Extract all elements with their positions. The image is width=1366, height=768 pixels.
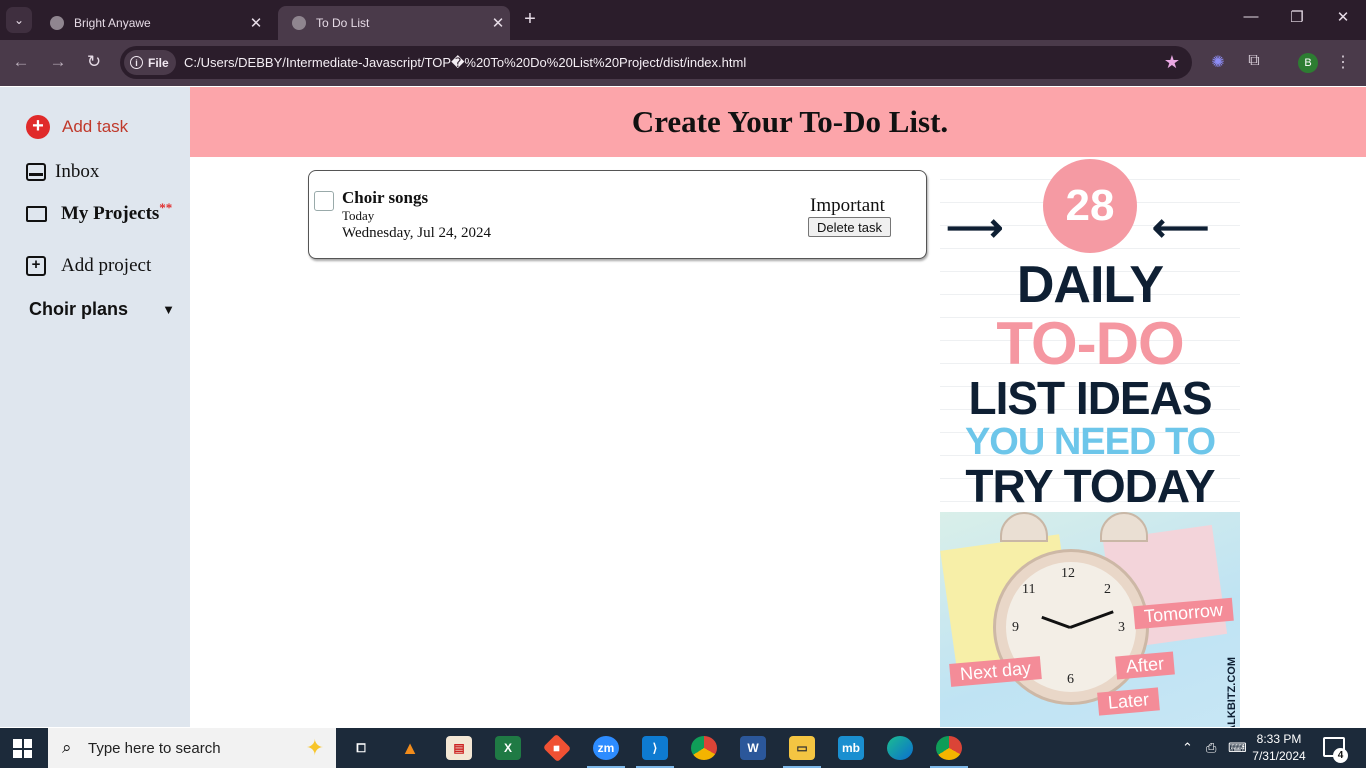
extension-gear-icon[interactable]: ✺ [1206, 52, 1230, 72]
new-tab-button[interactable]: + [518, 8, 542, 31]
globe-icon [292, 16, 306, 30]
poster-line-1: DAILY [1016, 256, 1164, 314]
task-view-icon[interactable]: ⧠ [348, 736, 374, 760]
add-circle-icon: + [26, 115, 50, 139]
notification-count: 4 [1333, 748, 1348, 763]
word-icon[interactable]: W [740, 736, 766, 760]
arrow-right-icon: ⟶ [946, 206, 1004, 250]
close-tab-icon[interactable]: ✕ [244, 14, 268, 32]
network-icon[interactable]: ⎙ [1206, 740, 1216, 756]
windows-taskbar: ⌕ Type here to search ✦ ⧠ ▲ ▤ X ◆ zm ⟩ W… [0, 728, 1366, 768]
windows-start-icon[interactable] [13, 739, 32, 758]
poster-line-3: LIST IDEAS [968, 372, 1212, 424]
add-project-button[interactable]: + Add project [26, 255, 151, 277]
poster-tag-after: After [1115, 651, 1175, 680]
zoom-icon[interactable]: zm [587, 736, 625, 768]
task-date: Wednesday, Jul 24, 2024 [342, 225, 492, 241]
project-dropdown-choir-plans[interactable]: Choir plans ▼ [29, 299, 175, 320]
tab-title: To Do List [316, 16, 370, 30]
edge-icon[interactable] [887, 736, 913, 760]
browser-toolbar: ← → ↻ i File C:/Users/DEBBY/Intermediate… [0, 40, 1366, 86]
close-tab-icon[interactable]: ✕ [486, 14, 510, 32]
taskbar-time: 8:33 PM [1256, 732, 1302, 746]
forward-arrow-icon[interactable]: → [47, 52, 69, 72]
tab-to-do-list[interactable]: To Do List ✕ [278, 6, 510, 40]
taskbar-date: 7/31/2024 [1252, 749, 1306, 763]
poster-line-2: TO-DO [996, 310, 1184, 377]
task-title: Choir songs [342, 188, 429, 207]
task-priority: Important [810, 195, 885, 216]
excel-icon[interactable]: X [495, 736, 521, 760]
poster-tag-later: Later [1097, 687, 1160, 716]
add-project-label: Add project [61, 255, 152, 276]
git-icon[interactable]: ◆ [542, 733, 572, 763]
page-title: Create Your To-Do List. [631, 104, 949, 139]
my-projects-label: My Projects [61, 203, 160, 224]
chrome-icon[interactable] [691, 736, 717, 760]
clock-bell-left [1000, 512, 1048, 542]
extensions-puzzle-icon[interactable]: ⧉ [1242, 52, 1266, 70]
chrome-active-icon[interactable] [930, 736, 968, 768]
page-header: Create Your To-Do List. [190, 87, 1366, 157]
url-text[interactable]: C:/Users/DEBBY/Intermediate-Javascript/T… [184, 55, 746, 71]
mail-plus-icon [26, 206, 47, 222]
task-card: Choir songs Today Wednesday, Jul 24, 202… [308, 170, 927, 259]
tab-title: Bright Anyawe [74, 16, 151, 30]
vscode-icon[interactable]: ⟩ [636, 736, 674, 768]
globe-icon [50, 16, 64, 30]
address-bar[interactable]: i File C:/Users/DEBBY/Intermediate-Javas… [120, 46, 1192, 79]
site-info-chip[interactable]: i File [124, 50, 176, 75]
add-project-icon: + [26, 256, 46, 276]
window-close-icon[interactable]: ✕ [1328, 8, 1358, 26]
arrow-left-icon: ⟵ [1152, 206, 1210, 250]
task-complete-checkbox[interactable] [314, 191, 334, 211]
sidebar-item-inbox[interactable]: Inbox [26, 161, 99, 183]
bookmark-star-icon[interactable]: ★ [1164, 52, 1180, 73]
reload-icon[interactable]: ↻ [83, 52, 105, 72]
search-placeholder: Type here to search [88, 739, 221, 757]
menu-kebab-icon[interactable]: ⋮ [1331, 52, 1355, 72]
add-task-button[interactable]: + Add task [26, 115, 128, 139]
clock-bell-right [1100, 512, 1148, 542]
browser-tab-bar: ⌄ Bright Anyawe ✕ To Do List ✕ + — ❐ ✕ [0, 0, 1366, 40]
mb-app-icon[interactable]: mb [838, 736, 864, 760]
inbox-icon [26, 163, 46, 181]
site-info-label: File [148, 55, 169, 70]
file-explorer-icon[interactable]: ▭ [783, 736, 821, 768]
inbox-label: Inbox [55, 161, 100, 182]
todo-ideas-poster-image: ⟶ ⟵ 28 DAILY TO-DO LIST IDEAS YOU NEED T… [940, 157, 1240, 727]
tab-search-chevron-icon[interactable]: ⌄ [6, 7, 32, 33]
projects-marker: ** [159, 200, 173, 215]
taskbar-clock[interactable]: 8:33 PM 7/31/2024 [1248, 731, 1310, 765]
minimize-icon[interactable]: — [1236, 8, 1266, 25]
tab-bright-anyawe[interactable]: Bright Anyawe ✕ [36, 6, 268, 40]
profile-avatar[interactable]: B [1298, 53, 1318, 73]
back-arrow-icon[interactable]: ← [10, 52, 32, 72]
sidebar: + Add task Inbox My Projects ** + Add pro… [0, 87, 190, 727]
poster-line-5: TRY TODAY [965, 460, 1215, 512]
delete-task-button[interactable]: Delete task [808, 217, 891, 237]
chevron-down-icon[interactable]: ▼ [162, 302, 175, 317]
search-icon: ⌕ [62, 738, 72, 757]
restore-icon[interactable]: ❐ [1282, 8, 1312, 26]
project-label: Choir plans [29, 299, 129, 319]
media-app-icon[interactable]: ▤ [446, 736, 472, 760]
sidebar-item-my-projects[interactable]: My Projects ** [26, 200, 173, 225]
language-icon[interactable]: ⌨ [1228, 740, 1247, 756]
alarm-clock-illustration: 12 3 6 9 2 11 Tomorrow Next day After La… [940, 512, 1240, 727]
poster-credit: ALKBITZ.COM [1226, 657, 1238, 727]
poster-line-4: YOU NEED TO [964, 421, 1216, 463]
tray-chevron-up-icon[interactable]: ⌃ [1182, 740, 1193, 756]
copilot-sparkle-icon: ✦ [305, 735, 324, 760]
info-icon: i [130, 56, 143, 69]
add-task-label: Add task [62, 117, 129, 136]
taskbar-search-box[interactable]: ⌕ Type here to search ✦ [48, 728, 336, 768]
vlc-icon[interactable]: ▲ [397, 736, 423, 760]
poster-number: 28 [1043, 159, 1137, 253]
task-due-label: Today [342, 208, 375, 223]
